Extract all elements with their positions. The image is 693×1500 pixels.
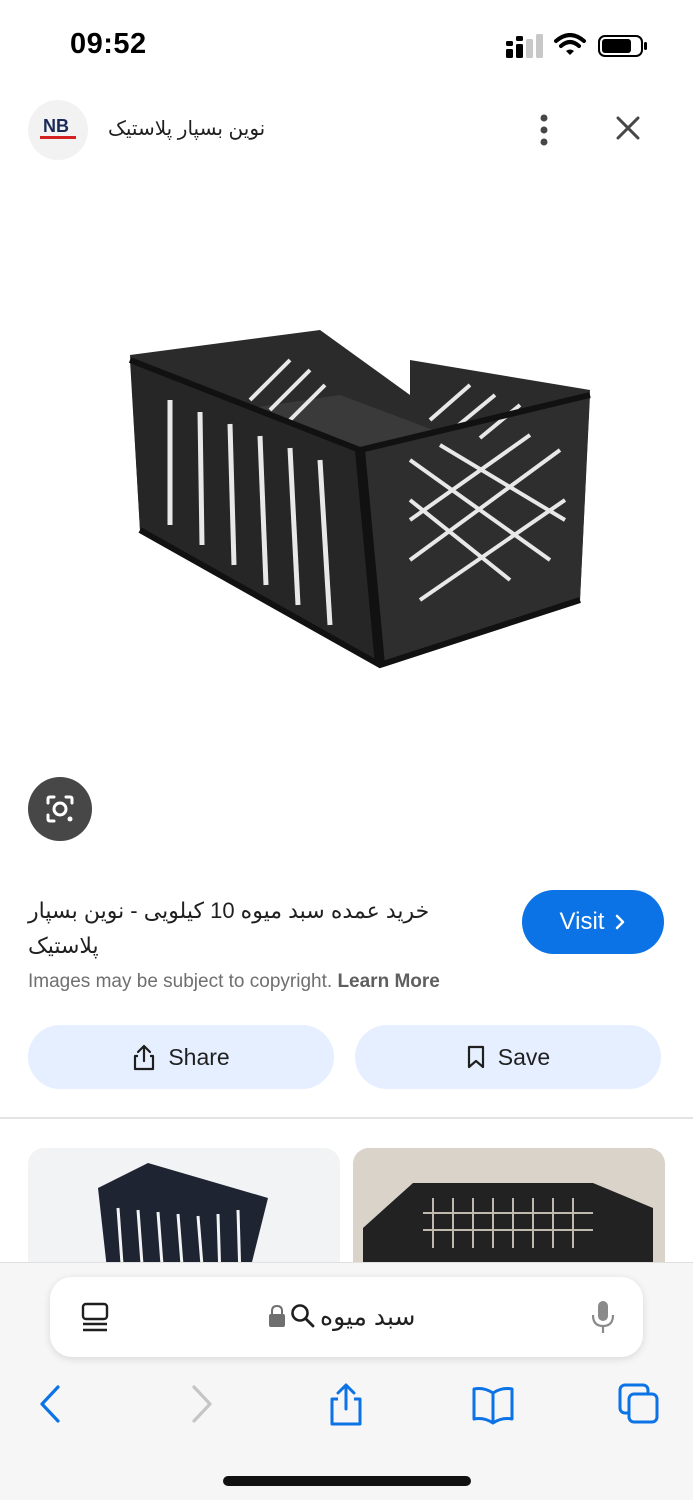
lock-icon (269, 1304, 285, 1327)
google-lens-button[interactable] (28, 777, 92, 841)
divider (0, 1117, 693, 1119)
close-icon[interactable] (608, 112, 648, 148)
result-title[interactable]: خرید عمده سبد میوه 10 کیلویی - نوین بسپا… (28, 893, 488, 963)
thumbnail-image (98, 1163, 268, 1278)
status-time: 09:52 (70, 28, 147, 60)
more-vert-icon[interactable] (526, 110, 562, 150)
microphone-icon[interactable] (590, 1299, 616, 1335)
source-name[interactable]: نوین بسپار پلاستیک (108, 116, 265, 141)
learn-more-link[interactable]: Learn More (337, 971, 439, 992)
signal-icon (506, 34, 543, 58)
back-icon[interactable] (28, 1381, 74, 1427)
home-indicator[interactable] (223, 1476, 471, 1486)
share-button[interactable]: Share (28, 1025, 334, 1089)
save-label: Save (497, 1043, 551, 1070)
battery-icon (598, 35, 647, 57)
source-logo[interactable]: NB (28, 100, 88, 160)
google-lens-icon (46, 795, 74, 823)
address-text[interactable]: سبد میوه (320, 1302, 416, 1332)
visit-button[interactable]: Visit (522, 890, 664, 954)
logo-icon: NB (40, 116, 76, 139)
share-label: Share (168, 1043, 230, 1070)
tabs-icon[interactable] (616, 1381, 662, 1427)
thumbnail-image (353, 1148, 665, 1278)
save-button[interactable]: Save (355, 1025, 661, 1089)
bookmark-icon (467, 1045, 484, 1069)
browser-bottom-bar: سبد میوه (0, 1262, 693, 1500)
bookmarks-icon[interactable] (470, 1381, 516, 1427)
status-bar: 09:52 (0, 0, 693, 90)
copyright-notice: Images may be subject to copyright. Lear… (28, 971, 440, 993)
crate-thumbnail-1[interactable] (28, 1148, 340, 1278)
source-header: NB نوین بسپار پلاستیک (0, 98, 693, 162)
copyright-text: Images may be subject to copyright. (28, 971, 333, 992)
share-icon (134, 1044, 155, 1071)
logo-text: NB (43, 116, 69, 136)
wifi-icon (554, 33, 586, 55)
chevron-right-icon (616, 914, 625, 930)
visit-label: Visit (559, 908, 605, 935)
forward-icon[interactable] (178, 1381, 224, 1427)
search-icon (291, 1304, 315, 1328)
reader-icon[interactable] (80, 1301, 110, 1333)
crate-thumbnail-2[interactable] (353, 1148, 665, 1278)
product-image (128, 330, 591, 669)
address-bar[interactable]: سبد میوه (50, 1277, 643, 1357)
browser-share-icon[interactable] (323, 1381, 369, 1427)
